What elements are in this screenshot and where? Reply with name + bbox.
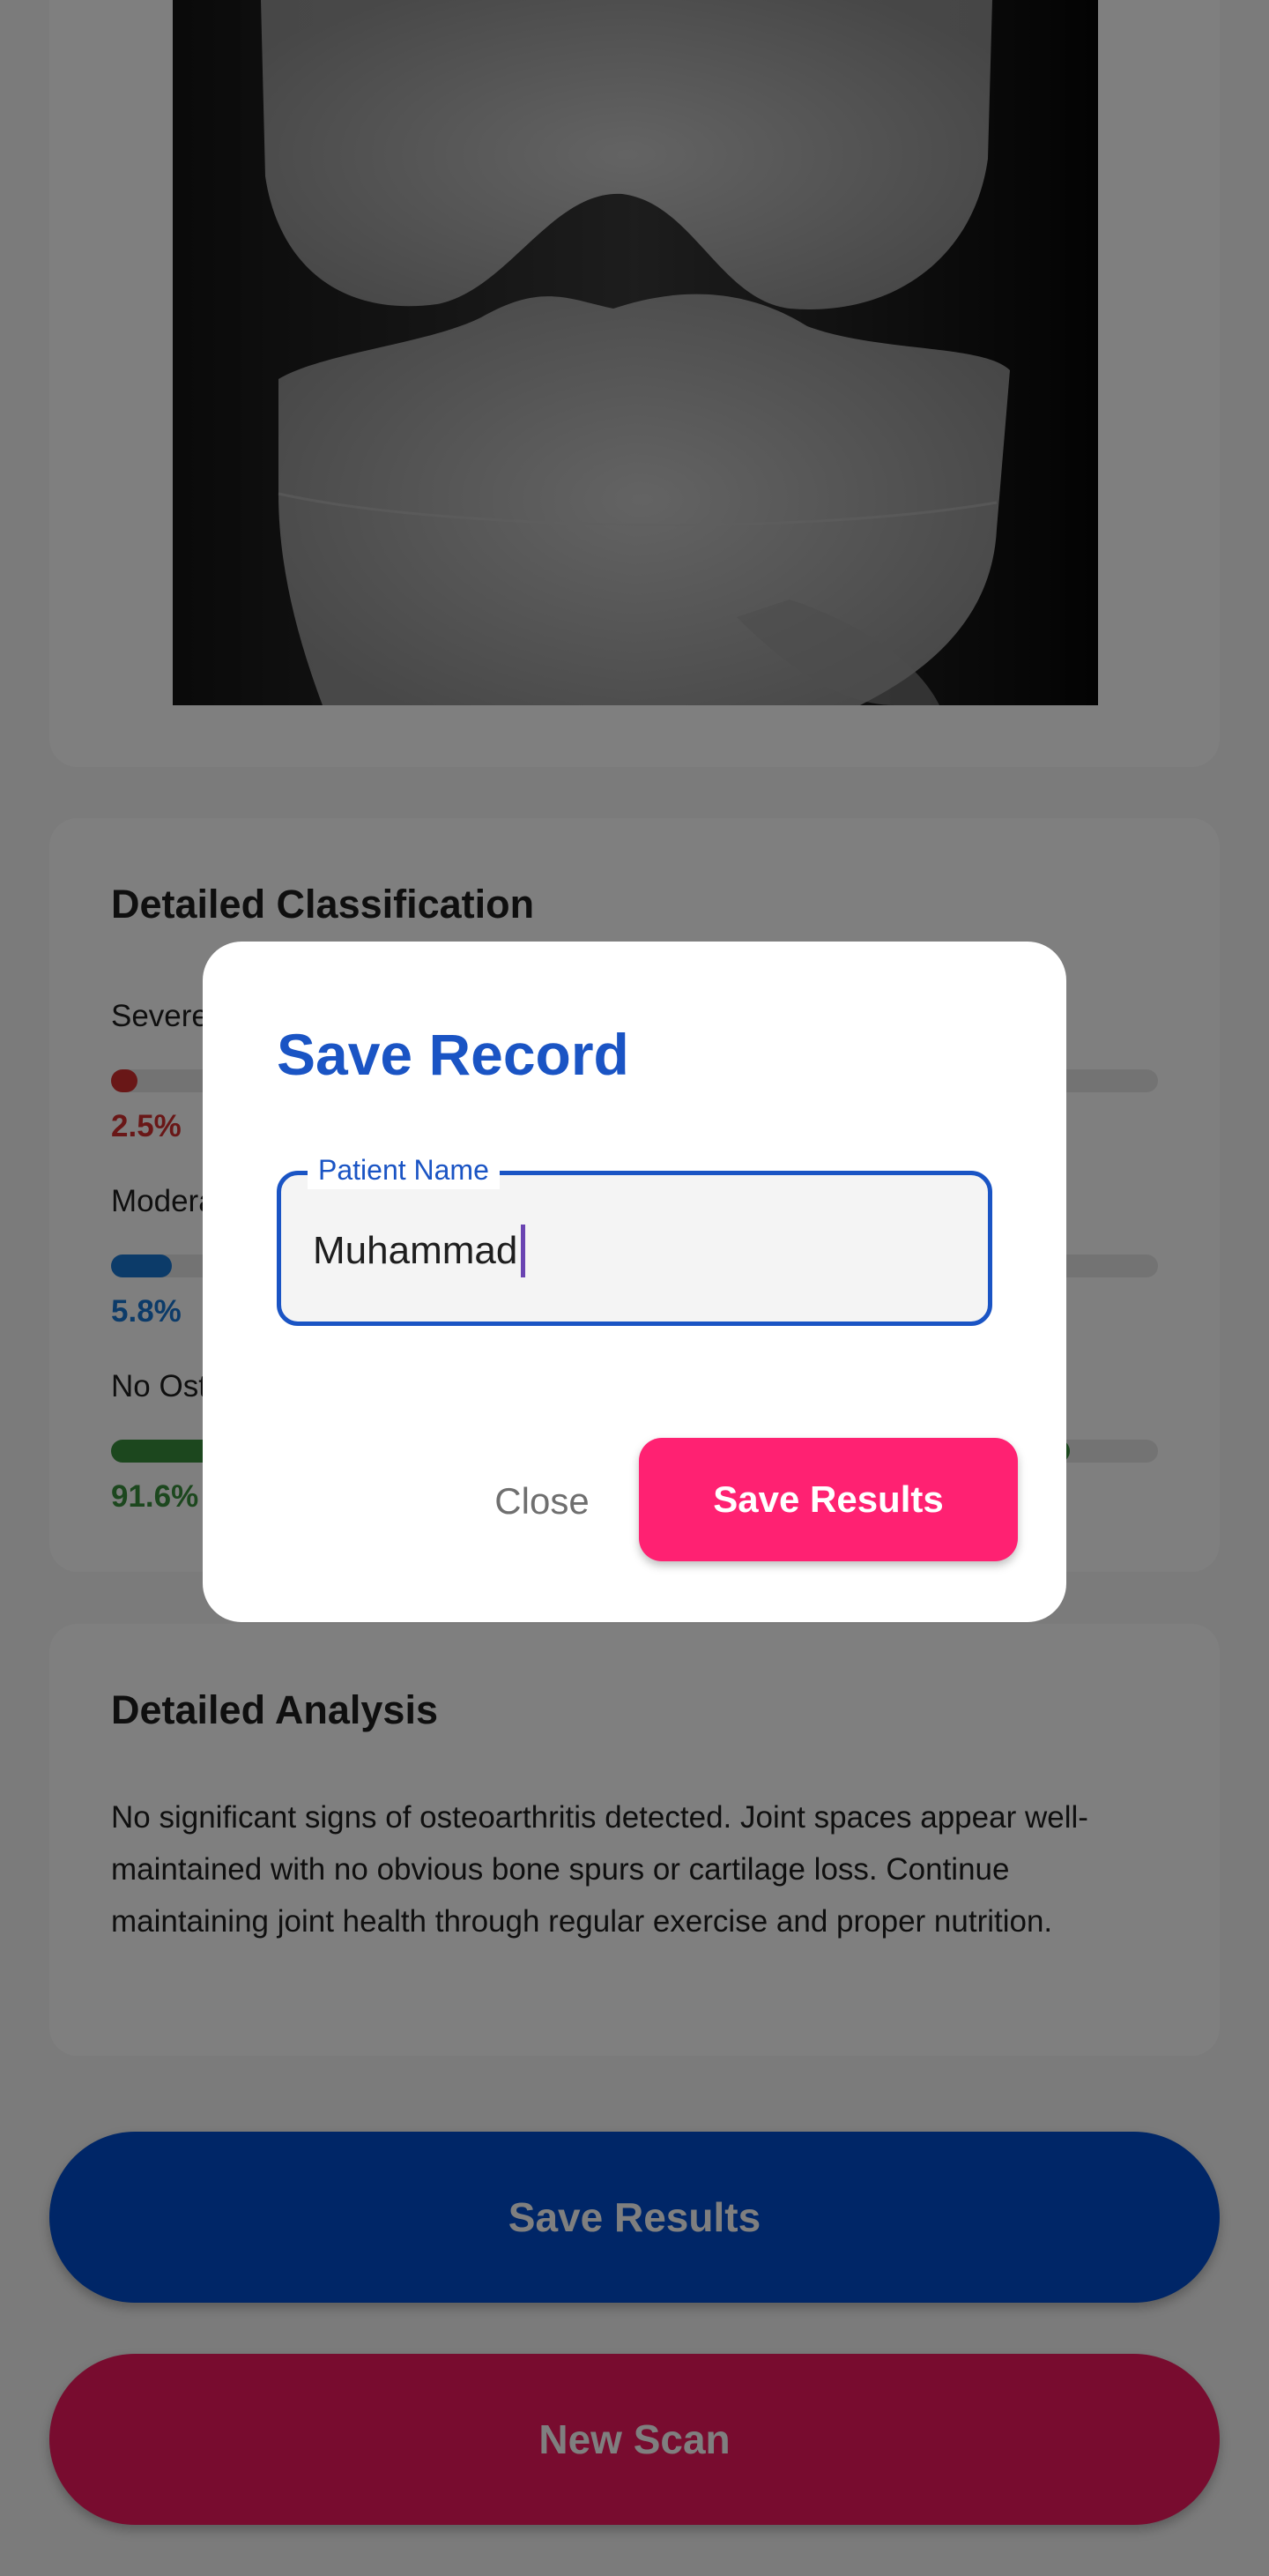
results-screen: Detailed Classification Severe 2.5% Mode… bbox=[0, 0, 1269, 2576]
patient-name-value: Muhammad bbox=[313, 1229, 518, 1272]
patient-name-label: Patient Name bbox=[308, 1150, 500, 1189]
dialog-save-results-button[interactable]: Save Results bbox=[639, 1438, 1018, 1561]
close-button[interactable]: Close bbox=[441, 1440, 643, 1563]
save-record-dialog: Save Record Patient Name Muhammad Close … bbox=[203, 942, 1066, 1622]
patient-name-field[interactable]: Patient Name Muhammad bbox=[277, 1150, 992, 1326]
text-cursor bbox=[521, 1225, 526, 1277]
dialog-title: Save Record bbox=[277, 1022, 629, 1087]
patient-name-input[interactable]: Muhammad bbox=[313, 1225, 526, 1277]
